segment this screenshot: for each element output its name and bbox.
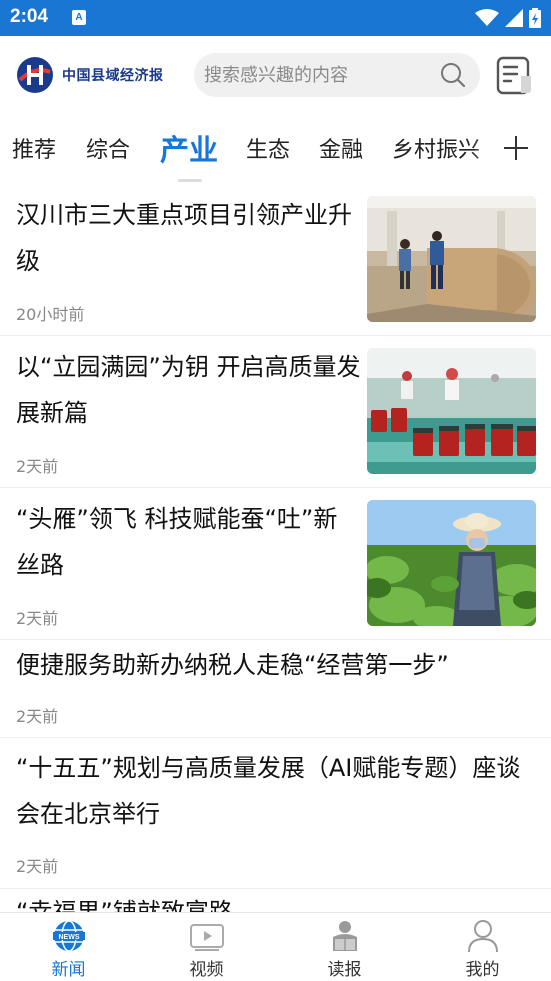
news-item[interactable]: “头雁”领飞 科技赋能蚕“吐”新丝路 2天前 xyxy=(0,488,551,640)
nav-news[interactable]: NEWS 新闻 xyxy=(0,913,137,981)
tab-industry[interactable]: 产业 xyxy=(160,127,218,169)
mulberry-farmer-photo[interactable] xyxy=(367,500,536,626)
status-icons xyxy=(475,8,541,28)
nav-label: 新闻 xyxy=(51,960,86,980)
nav-label: 我的 xyxy=(465,960,500,980)
tab-indicator xyxy=(178,179,202,182)
news-time: 20小时前 xyxy=(16,305,85,324)
status-time: 2:04 xyxy=(10,6,49,27)
news-item[interactable]: 汉川市三大重点项目引领产业升级 20小时前 xyxy=(0,184,551,336)
nav-profile[interactable]: 我的 xyxy=(414,913,551,981)
news-title[interactable]: “头雁”领飞 科技赋能蚕“吐”新丝路 xyxy=(16,496,356,588)
news-time: 2天前 xyxy=(16,857,59,876)
news-item[interactable]: 以“立园满园”为钥 开启高质量发展新篇 2天前 xyxy=(0,336,551,488)
news-title[interactable]: “十五五”规划与高质量发展（AI赋能专题）座谈会在北京举行 xyxy=(16,745,541,837)
food-production-line-photo[interactable] xyxy=(367,348,536,474)
notification-icon: A xyxy=(72,10,86,25)
news-title[interactable]: “幸福果”铺就致富路 xyxy=(16,889,541,912)
tab-finance[interactable]: 金融 xyxy=(319,132,363,164)
status-bar: 2:04 A xyxy=(0,0,551,36)
news-title[interactable]: 便捷服务助新办纳税人走稳“经营第一步” xyxy=(16,642,541,688)
news-list: 汉川市三大重点项目引领产业升级 20小时前 以“立园满园”为钥 开启高质量发展新… xyxy=(0,184,551,912)
bottom-navigation: NEWS 新闻 视频 读报 我的 xyxy=(0,912,551,981)
news-title[interactable]: 以“立园满园”为钥 开启高质量发展新篇 xyxy=(16,344,361,436)
search-bar[interactable] xyxy=(194,53,480,97)
plus-icon[interactable] xyxy=(502,134,530,162)
newspaper-logo-icon[interactable] xyxy=(16,56,54,94)
tab-recommend[interactable]: 推荐 xyxy=(12,132,56,164)
news-time: 2天前 xyxy=(16,707,59,726)
news-time: 2天前 xyxy=(16,457,59,476)
app-header: 中国县域经济报 xyxy=(0,36,551,114)
signal-icon xyxy=(505,9,523,27)
video-icon xyxy=(189,924,224,951)
search-input[interactable] xyxy=(204,59,424,91)
news-title[interactable]: 汉川市三大重点项目引领产业升级 xyxy=(16,192,356,284)
news-globe-icon: NEWS xyxy=(52,920,85,952)
news-item[interactable]: “幸福果”铺就致富路 xyxy=(0,889,551,912)
nav-video[interactable]: 视频 xyxy=(138,913,275,981)
read-paper-icon xyxy=(332,921,357,951)
news-item[interactable]: 便捷服务助新办纳税人走稳“经营第一步” 2天前 xyxy=(0,640,551,738)
search-icon[interactable] xyxy=(440,62,466,88)
factory-paper-roll-photo[interactable] xyxy=(367,196,536,322)
tab-overflow-fade xyxy=(472,124,502,168)
nav-label: 读报 xyxy=(327,960,362,980)
tab-ecology[interactable]: 生态 xyxy=(246,132,290,164)
tab-general[interactable]: 综合 xyxy=(86,132,130,164)
news-item[interactable]: “十五五”规划与高质量发展（AI赋能专题）座谈会在北京举行 2天前 xyxy=(0,738,551,889)
profile-icon xyxy=(467,920,498,953)
wifi-icon xyxy=(475,9,499,26)
newspaper-icon[interactable] xyxy=(495,56,535,96)
category-tabs: 推荐 综合 产业 生态 金融 乡村振兴 xyxy=(0,114,551,184)
logo-text: 中国县域经济报 xyxy=(62,68,164,84)
svg-text:NEWS: NEWS xyxy=(58,934,79,941)
news-time: 2天前 xyxy=(16,609,59,628)
nav-label: 视频 xyxy=(189,960,224,980)
battery-icon xyxy=(529,8,541,28)
nav-read-paper[interactable]: 读报 xyxy=(276,913,413,981)
